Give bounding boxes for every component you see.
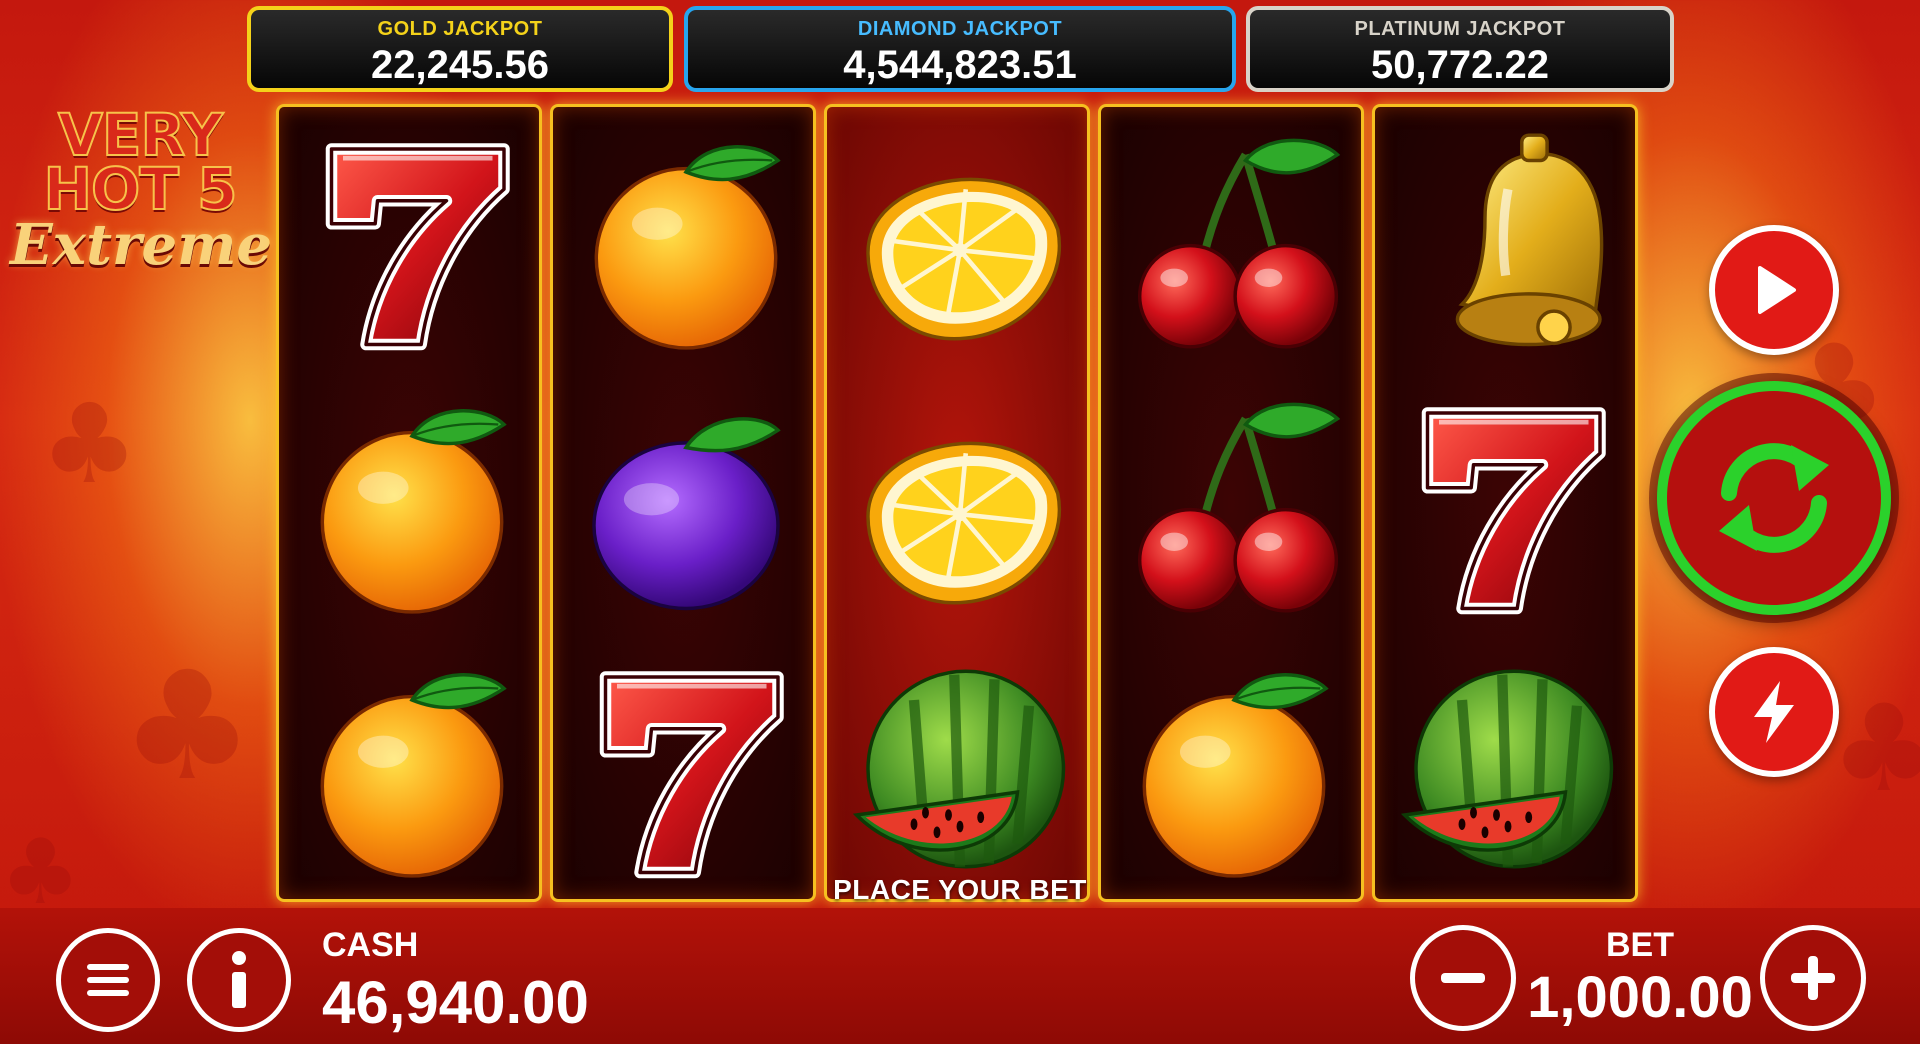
orange-symbol [553, 109, 819, 373]
seven-icon [1393, 390, 1623, 620]
status-message: PLACE YOUR BET [833, 874, 1087, 905]
diamond-jackpot-value: 4,544,823.51 [843, 43, 1077, 87]
plum-icon [571, 390, 801, 620]
gold-jackpot-value: 22,245.56 [371, 43, 549, 87]
cherry-symbol [1101, 373, 1367, 637]
orange-icon [297, 654, 527, 884]
reel-3 [824, 104, 1090, 902]
clover-decoration: ♣ [1830, 680, 1920, 819]
menu-icon [87, 964, 129, 996]
lightning-icon [1754, 681, 1794, 743]
decrease-bet-button[interactable] [1410, 925, 1516, 1031]
bet-value: 1,000.00 [1527, 965, 1753, 1030]
cherry-symbol [1101, 109, 1367, 373]
logo-line-1: VERY [57, 101, 224, 169]
minus-icon [1441, 973, 1485, 983]
watermelon-icon [845, 654, 1075, 884]
cherry-icon [1119, 390, 1349, 620]
watermelon-symbol [827, 637, 1093, 901]
reel-4 [1098, 104, 1364, 902]
seven-icon [297, 126, 527, 356]
platinum-jackpot-title: PLATINUM JACKPOT [1354, 18, 1566, 40]
clover-decoration: ♣ [40, 380, 139, 508]
spin-button[interactable] [1657, 381, 1891, 615]
reel-2 [550, 104, 816, 902]
seven-symbol [279, 109, 545, 373]
info-icon [232, 951, 246, 1008]
diamond-jackpot: DIAMOND JACKPOT 4,544,823.51 [684, 6, 1236, 92]
clover-decoration: ♣ [120, 640, 255, 814]
orange-symbol [1101, 637, 1367, 901]
reel-1 [276, 104, 542, 902]
watermelon-icon [1393, 654, 1623, 884]
cash-label: CASH [322, 926, 419, 964]
turbo-button[interactable] [1709, 647, 1839, 777]
autoplay-button[interactable] [1709, 225, 1839, 355]
bet-label: BET [1606, 926, 1674, 964]
logo-line-3: Extreme [10, 212, 272, 278]
increase-bet-button[interactable] [1760, 925, 1866, 1031]
plus-icon [1791, 956, 1835, 1000]
gold-jackpot: GOLD JACKPOT 22,245.56 [247, 6, 673, 92]
logo-line-2: HOT 5 [43, 155, 239, 223]
play-icon [1758, 266, 1796, 314]
cherry-icon [1119, 126, 1349, 356]
seven-symbol [553, 637, 819, 901]
lemon-icon [845, 390, 1075, 620]
bell-icon [1393, 126, 1623, 356]
seven-symbol [1375, 373, 1641, 637]
diamond-jackpot-title: DIAMOND JACKPOT [857, 18, 1063, 40]
info-button[interactable] [187, 928, 291, 1032]
lemon-symbol [827, 109, 1093, 373]
orange-symbol [279, 373, 545, 637]
plum-symbol [553, 373, 819, 637]
platinum-jackpot-value: 50,772.22 [1371, 43, 1549, 87]
orange-icon [571, 126, 801, 356]
bell-symbol [1375, 109, 1641, 373]
game-logo: VERY HOT 5 Extreme [10, 101, 272, 278]
orange-icon [297, 390, 527, 620]
seven-icon [571, 654, 801, 884]
watermelon-symbol [1375, 637, 1641, 901]
gold-jackpot-title: GOLD JACKPOT [377, 18, 543, 40]
orange-icon [1119, 654, 1349, 884]
orange-symbol [279, 637, 545, 901]
reel-5 [1372, 104, 1638, 902]
menu-button[interactable] [56, 928, 160, 1032]
platinum-jackpot: PLATINUM JACKPOT 50,772.22 [1246, 6, 1674, 92]
lemon-symbol [827, 373, 1093, 637]
reel-grid [276, 104, 1640, 902]
cash-value: 46,940.00 [322, 969, 589, 1036]
lemon-icon [845, 126, 1075, 356]
refresh-icon [1719, 443, 1829, 553]
